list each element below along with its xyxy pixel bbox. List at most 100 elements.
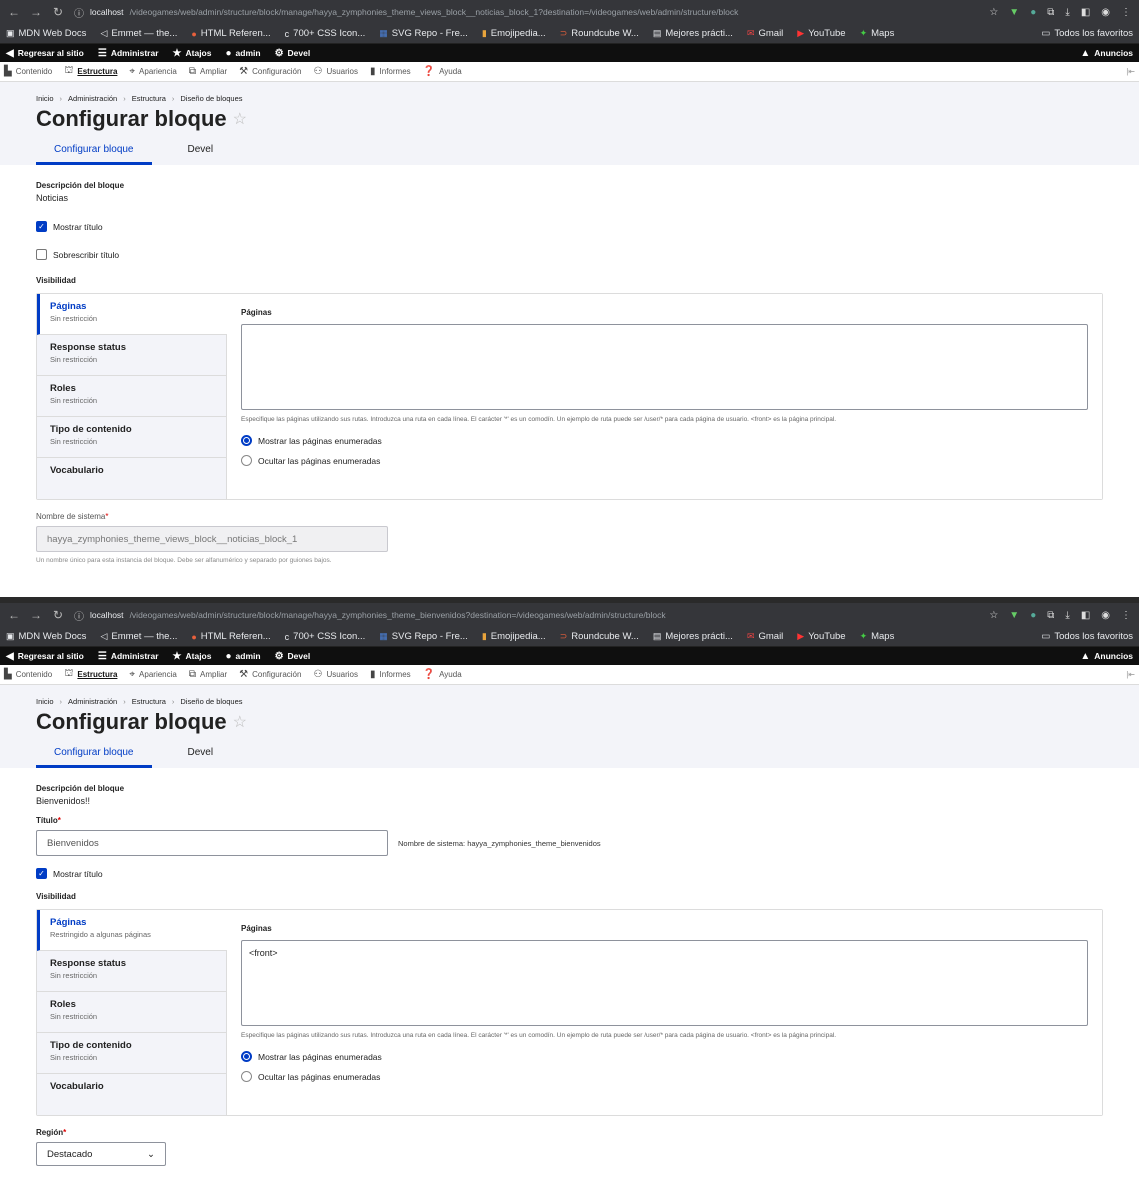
vtab-vocabulary[interactable]: Vocabulario bbox=[37, 458, 226, 499]
menu-structure[interactable]: ⛫ Estructura bbox=[64, 668, 117, 681]
sidepanel-icon[interactable]: ◧ bbox=[1081, 7, 1090, 18]
region-select[interactable]: Destacado ⌄ bbox=[36, 1142, 166, 1166]
back-to-site[interactable]: ◀ Regresar al sitio bbox=[6, 651, 84, 662]
menu-reports[interactable]: ▮ Informes bbox=[370, 669, 411, 680]
vtab-content-type[interactable]: Tipo de contenido Sin restricción bbox=[37, 1033, 226, 1074]
menu-people[interactable]: ⚇ Usuarios bbox=[313, 66, 358, 77]
extension-icon[interactable]: ● bbox=[1030, 610, 1036, 621]
breadcrumb-item[interactable]: Diseño de bloques bbox=[180, 94, 242, 103]
menu-appearance[interactable]: ⌖ Apariencia bbox=[129, 669, 176, 680]
vtab-content-type[interactable]: Tipo de contenido Sin restricción bbox=[37, 417, 226, 458]
bookmark-item[interactable]: ▮ Emojipedia... bbox=[482, 631, 546, 642]
checkbox-icon[interactable] bbox=[36, 249, 47, 260]
announcements-button[interactable]: ▲ Anuncios bbox=[1080, 651, 1133, 662]
menu-appearance[interactable]: ⌖ Apariencia bbox=[129, 66, 176, 77]
bookmark-item[interactable]: ✦ Maps bbox=[860, 28, 895, 39]
bookmark-item[interactable]: ▣ MDN Web Docs bbox=[6, 28, 86, 39]
vtab-pages[interactable]: Páginas Sin restricción bbox=[37, 294, 227, 335]
bookmark-item[interactable]: ▤ Mejores prácti... bbox=[653, 28, 733, 39]
all-bookmarks[interactable]: ▭ Todos los favoritos bbox=[1041, 28, 1133, 39]
breadcrumb-item[interactable]: Estructura bbox=[132, 697, 166, 706]
puzzle-icon[interactable]: ⧉ bbox=[1047, 7, 1054, 18]
menu-structure[interactable]: ⛫ Estructura bbox=[64, 65, 117, 78]
menu-icon[interactable]: ⋮ bbox=[1121, 610, 1131, 621]
breadcrumb-item[interactable]: Diseño de bloques bbox=[180, 697, 242, 706]
menu-content[interactable]: ▙ Contenido bbox=[4, 66, 52, 77]
extension-icon[interactable]: ▼ bbox=[1009, 610, 1019, 621]
vtab-vocabulary[interactable]: Vocabulario bbox=[37, 1074, 226, 1115]
extension-icon[interactable]: ▼ bbox=[1009, 7, 1019, 18]
pages-textarea[interactable]: <front> bbox=[241, 940, 1088, 1026]
breadcrumb-item[interactable]: Administración bbox=[68, 697, 117, 706]
sidepanel-icon[interactable]: ◧ bbox=[1081, 610, 1090, 621]
title-input[interactable]: Bienvenidos bbox=[36, 830, 388, 856]
menu-reports[interactable]: ▮ Informes bbox=[370, 66, 411, 77]
bookmark-item[interactable]: ▤ Mejores prácti... bbox=[653, 631, 733, 642]
checkbox-checked-icon[interactable]: ✓ bbox=[36, 221, 47, 232]
bookmark-item[interactable]: ◁ Emmet — the... bbox=[100, 631, 177, 642]
breadcrumb-item[interactable]: Administración bbox=[68, 94, 117, 103]
menu-config[interactable]: ⚒ Configuración bbox=[239, 669, 301, 680]
show-title-checkbox[interactable]: ✓ Mostrar título bbox=[36, 868, 1103, 879]
radio-selected-icon[interactable] bbox=[241, 435, 252, 446]
breadcrumb-item[interactable]: Estructura bbox=[132, 94, 166, 103]
checkbox-checked-icon[interactable]: ✓ bbox=[36, 868, 47, 879]
radio-hide-pages[interactable]: Ocultar las páginas enumeradas bbox=[241, 455, 1088, 466]
menu-help[interactable]: ❓ Ayuda bbox=[423, 66, 462, 77]
puzzle-icon[interactable]: ⧉ bbox=[1047, 610, 1054, 621]
menu-config[interactable]: ⚒ Configuración bbox=[239, 66, 301, 77]
vtab-response-status[interactable]: Response status Sin restricción bbox=[37, 335, 226, 376]
bookmark-item[interactable]: c 700+ CSS Icon... bbox=[285, 631, 366, 642]
url-field[interactable]: ⓘ localhost/videogames/web/admin/structu… bbox=[74, 5, 979, 20]
url-field[interactable]: ⓘ localhost/videogames/web/admin/structu… bbox=[74, 608, 979, 623]
bookmark-item[interactable]: ✦ Maps bbox=[860, 631, 895, 642]
back-arrow-icon[interactable]: ← bbox=[8, 608, 20, 622]
tab-configure[interactable]: Configurar bloque bbox=[36, 144, 152, 165]
bookmark-item[interactable]: ✉ Gmail bbox=[747, 631, 783, 642]
forward-arrow-icon[interactable]: → bbox=[30, 5, 42, 19]
site-info-icon[interactable]: ⓘ bbox=[74, 608, 84, 623]
radio-show-pages[interactable]: Mostrar las páginas enumeradas bbox=[241, 435, 1088, 446]
radio-hide-pages[interactable]: Ocultar las páginas enumeradas bbox=[241, 1071, 1088, 1082]
pages-textarea[interactable] bbox=[241, 324, 1088, 410]
manage-button[interactable]: ☰ Administrar bbox=[98, 48, 159, 59]
collapse-toolbar-icon[interactable]: |⇤ bbox=[1126, 67, 1135, 76]
menu-extend[interactable]: ⧉ Ampliar bbox=[189, 669, 227, 680]
reload-icon[interactable]: ↻ bbox=[52, 608, 64, 622]
vtab-roles[interactable]: Roles Sin restricción bbox=[37, 376, 226, 417]
bookmark-item[interactable]: ● HTML Referen... bbox=[191, 28, 270, 39]
radio-icon[interactable] bbox=[241, 1071, 252, 1082]
bookmark-item[interactable]: ▦ SVG Repo - Fre... bbox=[379, 28, 468, 39]
bookmark-item[interactable]: ● HTML Referen... bbox=[191, 631, 270, 642]
vtab-pages[interactable]: Páginas Restringido a algunas páginas bbox=[37, 910, 227, 951]
tab-devel[interactable]: Devel bbox=[188, 747, 214, 768]
devel-button[interactable]: ⚙ Devel bbox=[275, 48, 311, 59]
shortcuts-button[interactable]: ★ Atajos bbox=[173, 48, 212, 59]
vtab-response-status[interactable]: Response status Sin restricción bbox=[37, 951, 226, 992]
vtab-roles[interactable]: Roles Sin restricción bbox=[37, 992, 226, 1033]
tab-configure[interactable]: Configurar bloque bbox=[36, 747, 152, 768]
bookmark-item[interactable]: ⊃ Roundcube W... bbox=[560, 28, 639, 39]
user-button[interactable]: ● admin bbox=[225, 48, 260, 59]
bookmark-item[interactable]: ◁ Emmet — the... bbox=[100, 28, 177, 39]
bookmark-item[interactable]: ▶ YouTube bbox=[797, 28, 845, 39]
bookmark-item[interactable]: ⊃ Roundcube W... bbox=[560, 631, 639, 642]
shortcut-star-icon[interactable]: ☆ bbox=[233, 109, 247, 129]
menu-content[interactable]: ▙ Contenido bbox=[4, 669, 52, 680]
bookmark-item[interactable]: ▣ MDN Web Docs bbox=[6, 631, 86, 642]
bookmark-item[interactable]: c 700+ CSS Icon... bbox=[285, 28, 366, 39]
breadcrumb-item[interactable]: Inicio bbox=[36, 697, 54, 706]
user-button[interactable]: ● admin bbox=[225, 651, 260, 662]
download-icon[interactable]: ⤓ bbox=[1065, 610, 1069, 621]
menu-extend[interactable]: ⧉ Ampliar bbox=[189, 66, 227, 77]
menu-help[interactable]: ❓ Ayuda bbox=[423, 669, 462, 680]
radio-selected-icon[interactable] bbox=[241, 1051, 252, 1062]
announcements-button[interactable]: ▲ Anuncios bbox=[1080, 48, 1133, 59]
all-bookmarks[interactable]: ▭ Todos los favoritos bbox=[1041, 631, 1133, 642]
override-title-checkbox[interactable]: Sobrescribir título bbox=[36, 249, 1103, 260]
download-icon[interactable]: ⤓ bbox=[1065, 7, 1069, 18]
breadcrumb-item[interactable]: Inicio bbox=[36, 94, 54, 103]
menu-icon[interactable]: ⋮ bbox=[1121, 7, 1131, 18]
extension-icon[interactable]: ● bbox=[1030, 7, 1036, 18]
tab-devel[interactable]: Devel bbox=[188, 144, 214, 165]
